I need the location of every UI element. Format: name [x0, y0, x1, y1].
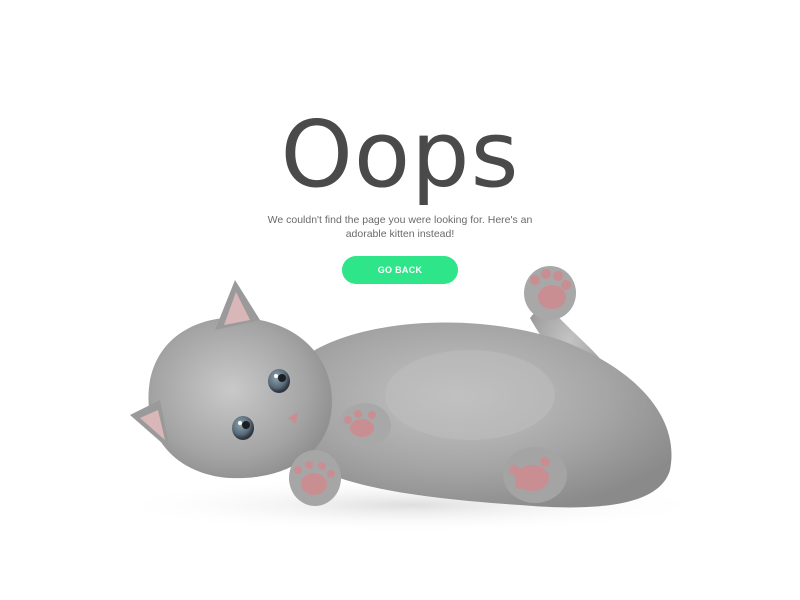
page-title: Oops [280, 101, 520, 208]
kitten-image [110, 266, 710, 533]
error-page: Oops We couldn't find the page you were … [0, 0, 800, 600]
go-back-button[interactable]: GO BACK [342, 256, 458, 284]
error-message: We couldn't find the page you were looki… [267, 214, 533, 240]
